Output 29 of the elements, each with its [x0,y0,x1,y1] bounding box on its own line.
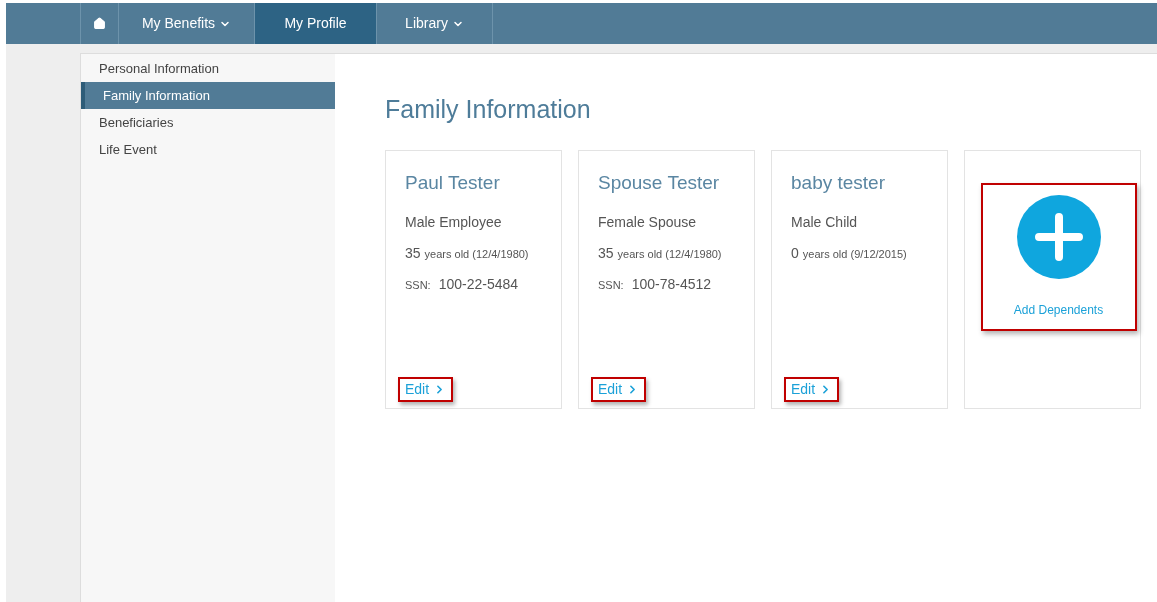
add-dependents-button[interactable]: Add Dependents [980,182,1137,331]
nav-tab[interactable]: My Profile [254,3,376,44]
member-name: Paul Tester [405,171,501,195]
member-role: Female Spouse [598,212,698,232]
sidebar-item[interactable]: Family Information [81,82,335,109]
member-name: baby tester [791,171,886,195]
ssn-label: SSN: [598,277,624,293]
edit-link[interactable]: Edit [591,377,647,402]
edit-link[interactable]: Edit [784,377,840,402]
age-details: years old (9/12/2015) [802,246,907,262]
page-title: Family Information [385,97,592,122]
plus-circle-icon [1016,194,1101,279]
ssn-value: 100-22-5484 [438,274,519,294]
sidebar-item[interactable]: Beneficiaries [81,109,335,136]
sidebar-item[interactable]: Life Event [81,136,335,163]
nav-menu[interactable]: Library [376,3,493,44]
age-value: 35 [598,243,614,263]
ssn-label: SSN: [405,277,431,293]
age-value: 35 [405,243,421,263]
age-value: 0 [791,243,799,263]
member-role: Male Employee [405,212,503,232]
edit-link[interactable]: Edit [398,377,454,402]
ssn-value: 100-78-4512 [631,274,712,294]
age-details: years old (12/4/1980) [617,246,722,262]
age-details: years old (12/4/1980) [424,246,529,262]
home-icon [93,17,106,30]
sidebar-item[interactable]: Personal Information [81,55,335,82]
member-name: Spouse Tester [598,171,721,195]
member-role: Male Child [791,212,859,232]
